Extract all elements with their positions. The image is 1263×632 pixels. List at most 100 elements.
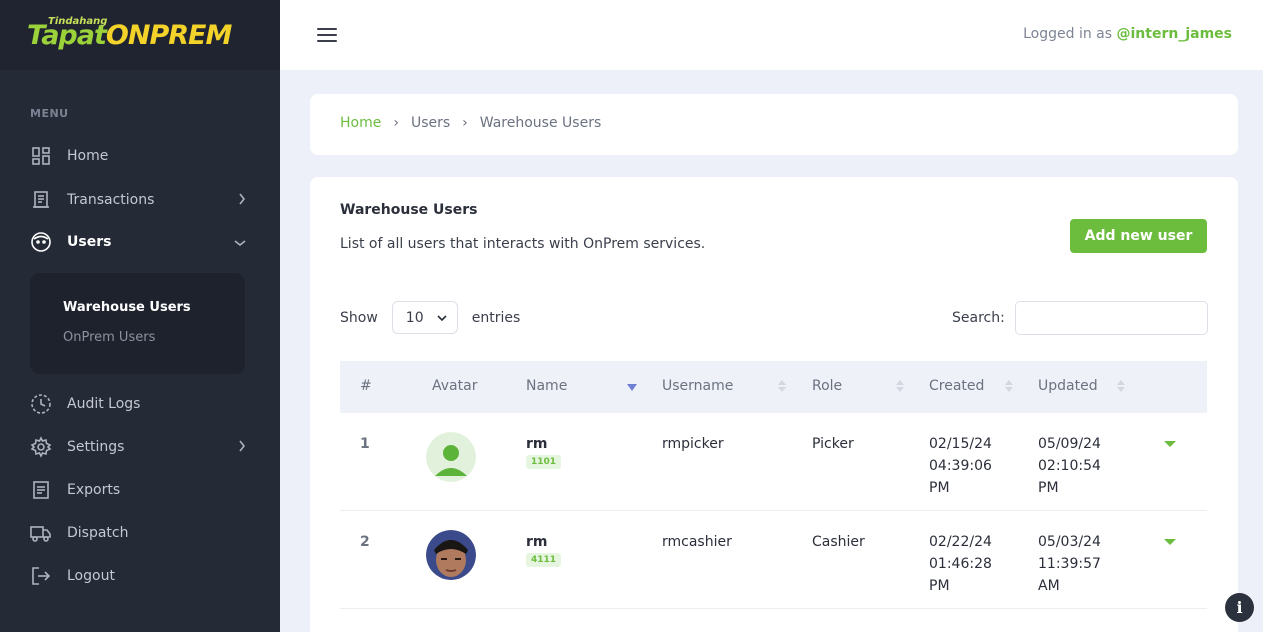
photo-avatar (426, 530, 476, 580)
updated-date: 05/03/24 11:39:57 AM (1038, 531, 1101, 597)
entries-select-value: 10 (405, 309, 424, 326)
user-code-badge: 1101 (526, 455, 562, 469)
sidebar-item-users[interactable]: Users (30, 227, 250, 257)
chevron-down-icon (437, 310, 447, 326)
entries-length-control: Show 10 entries (340, 301, 520, 334)
search-label: Search: (952, 310, 1005, 326)
sidebar-item-audit-logs[interactable]: Audit Logs (30, 389, 250, 419)
sidebar-item-label: Logout (67, 568, 115, 584)
entries-label: entries (471, 309, 521, 326)
default-avatar (426, 432, 476, 482)
column-header-number[interactable]: # (360, 378, 372, 394)
search-input[interactable] (1014, 301, 1208, 335)
table-row[interactable]: 2 rm 4111 rmcashier Cashier 02/22/24 01:… (340, 511, 1207, 609)
breadcrumb: Home › Users › Warehouse Users (340, 115, 601, 131)
logout-icon (30, 565, 52, 587)
user-face-icon (30, 231, 52, 253)
updated-date: 05/09/24 02:10:54 PM (1038, 433, 1101, 499)
column-header-role[interactable]: Role (812, 378, 842, 394)
submenu-item-warehouse-users[interactable]: Warehouse Users (63, 300, 191, 315)
sort-icon (1117, 380, 1125, 394)
updated-time-line: 11:39:57 (1038, 556, 1101, 572)
add-new-user-button[interactable]: Add new user (1070, 219, 1207, 253)
entries-select[interactable]: 10 (391, 301, 458, 334)
created-date: 02/22/24 01:46:28 PM (929, 531, 992, 597)
dashboard-icon (30, 145, 52, 167)
user-username: rmpicker (662, 436, 724, 452)
created-date-line: 02/15/24 (929, 436, 992, 452)
created-date: 02/15/24 04:39:06 PM (929, 433, 992, 499)
users-submenu: Warehouse Users OnPrem Users (30, 273, 245, 374)
created-date-line: 02/22/24 (929, 534, 992, 550)
sidebar-item-label: Dispatch (67, 525, 129, 541)
row-actions-caret-icon[interactable] (1164, 539, 1176, 545)
table-search: Search: (952, 301, 1208, 335)
user-name: rm (526, 436, 548, 452)
created-time-line: 01:46:28 (929, 556, 992, 572)
hamburger-menu-icon[interactable] (317, 28, 337, 44)
brand-logo[interactable]: Tindahang TapatONPREM (0, 0, 280, 70)
column-header-label: Username (662, 378, 734, 394)
chevron-down-icon (234, 235, 246, 251)
warehouse-users-card: Warehouse Users List of all users that i… (310, 177, 1238, 632)
sidebar-item-label: Audit Logs (67, 396, 141, 412)
user-username: rmcashier (662, 534, 732, 550)
row-actions-caret-icon[interactable] (1164, 441, 1176, 447)
brand-onprem: ONPREM (105, 20, 232, 51)
sidebar-item-label: Exports (67, 482, 121, 498)
column-header-name[interactable]: Name (526, 378, 567, 394)
column-header-username[interactable]: Username (662, 378, 733, 394)
breadcrumb-separator: › (462, 115, 468, 131)
updated-date-line: 05/09/24 (1038, 436, 1101, 452)
sidebar-item-label: Settings (67, 439, 125, 455)
sort-icon (778, 380, 786, 394)
info-icon[interactable]: i (1225, 593, 1254, 622)
logged-in-username[interactable]: @intern_james (1117, 26, 1233, 42)
chevron-right-icon (238, 193, 246, 209)
submenu-item-onprem-users[interactable]: OnPrem Users (63, 330, 155, 345)
gear-icon (30, 436, 52, 458)
table-header: # Avatar Name Username Role Created Upda… (340, 361, 1207, 413)
updated-ampm-line: AM (1038, 578, 1060, 594)
logged-in-status: Logged in as @intern_james (1023, 26, 1232, 42)
column-header-created[interactable]: Created (929, 378, 984, 394)
column-header-updated[interactable]: Updated (1038, 378, 1098, 394)
sort-descending-icon (627, 378, 637, 392)
user-code-badge: 4111 (526, 553, 562, 567)
document-icon (30, 479, 52, 501)
sidebar-item-logout[interactable]: Logout (30, 561, 250, 591)
sidebar: Tindahang TapatONPREM MENU Home Transact… (0, 0, 280, 632)
sidebar-item-label: Users (67, 234, 112, 250)
column-header-label: Created (929, 378, 985, 394)
created-ampm-line: PM (929, 480, 950, 496)
sidebar-item-exports[interactable]: Exports (30, 475, 250, 505)
user-role: Picker (812, 436, 854, 452)
row-number: 2 (360, 534, 370, 550)
sidebar-item-settings[interactable]: Settings (30, 432, 250, 462)
sidebar-item-home[interactable]: Home (30, 141, 250, 171)
brand-name: TapatONPREM (27, 20, 232, 51)
history-icon (30, 393, 52, 415)
sort-icon (896, 380, 904, 394)
breadcrumb-separator: › (393, 115, 399, 131)
updated-date-line: 05/03/24 (1038, 534, 1101, 550)
breadcrumb-users[interactable]: Users (411, 115, 450, 131)
breadcrumb-home[interactable]: Home (340, 115, 381, 131)
column-header-label: Updated (1038, 378, 1098, 394)
created-time-line: 04:39:06 (929, 458, 992, 474)
column-header-label: Role (812, 378, 843, 394)
updated-time-line: 02:10:54 (1038, 458, 1101, 474)
chevron-right-icon (238, 440, 246, 456)
sidebar-item-transactions[interactable]: Transactions (30, 185, 250, 215)
menu-label: MENU (30, 107, 69, 120)
logged-in-prefix: Logged in as (1023, 26, 1113, 42)
brand-tapat: Tapat (27, 20, 107, 51)
table-row[interactable]: 1 rm 1101 rmpicker Picker 02/15/24 04:39… (340, 413, 1207, 511)
user-name: rm (526, 534, 548, 550)
receipt-icon (30, 189, 52, 211)
created-ampm-line: PM (929, 578, 950, 594)
page-title: Warehouse Users (340, 202, 478, 218)
column-header-label: Name (526, 378, 568, 394)
breadcrumb-current: Warehouse Users (479, 115, 602, 131)
sidebar-item-dispatch[interactable]: Dispatch (30, 518, 250, 548)
